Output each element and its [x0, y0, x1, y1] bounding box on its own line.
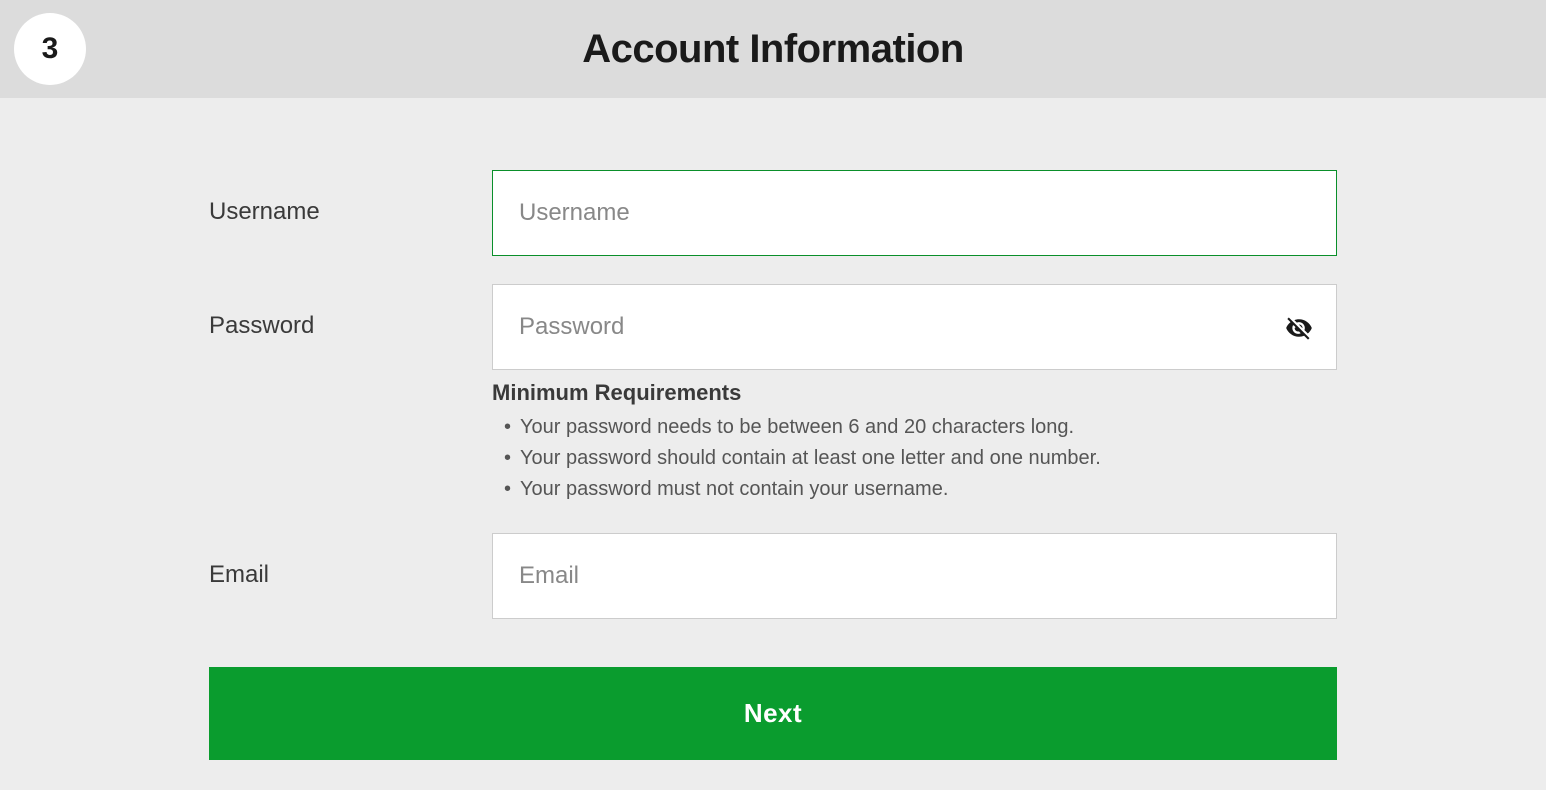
requirements-title: Minimum Requirements: [492, 380, 1337, 406]
email-label: Email: [209, 533, 492, 589]
step-number: 3: [42, 32, 59, 66]
page-title: Account Information: [0, 27, 1546, 72]
requirement-item: Your password must not contain your user…: [504, 474, 1337, 505]
requirement-item: Your password needs to be between 6 and …: [504, 412, 1337, 443]
step-number-badge: 3: [14, 13, 86, 85]
button-row: Next: [209, 647, 1337, 760]
username-label: Username: [209, 170, 492, 226]
password-input-wrapper: Minimum Requirements Your password needs…: [492, 284, 1337, 505]
email-input-wrapper: [492, 533, 1337, 619]
username-row: Username: [209, 170, 1337, 256]
password-row: Password Minimum Requirements Your passw…: [209, 284, 1337, 505]
requirement-item: Your password should contain at least on…: [504, 443, 1337, 474]
password-label: Password: [209, 284, 492, 340]
form-header: 3 Account Information: [0, 0, 1546, 98]
form-container: Username Password Minimum Requirements Y…: [209, 98, 1337, 760]
email-row: Email: [209, 533, 1337, 619]
password-requirements: Minimum Requirements Your password needs…: [492, 380, 1337, 505]
password-input[interactable]: [492, 284, 1337, 370]
next-button[interactable]: Next: [209, 667, 1337, 760]
email-input[interactable]: [492, 533, 1337, 619]
toggle-password-visibility-icon[interactable]: [1285, 314, 1313, 347]
username-input[interactable]: [492, 170, 1337, 256]
requirements-list: Your password needs to be between 6 and …: [492, 412, 1337, 505]
username-input-wrapper: [492, 170, 1337, 256]
